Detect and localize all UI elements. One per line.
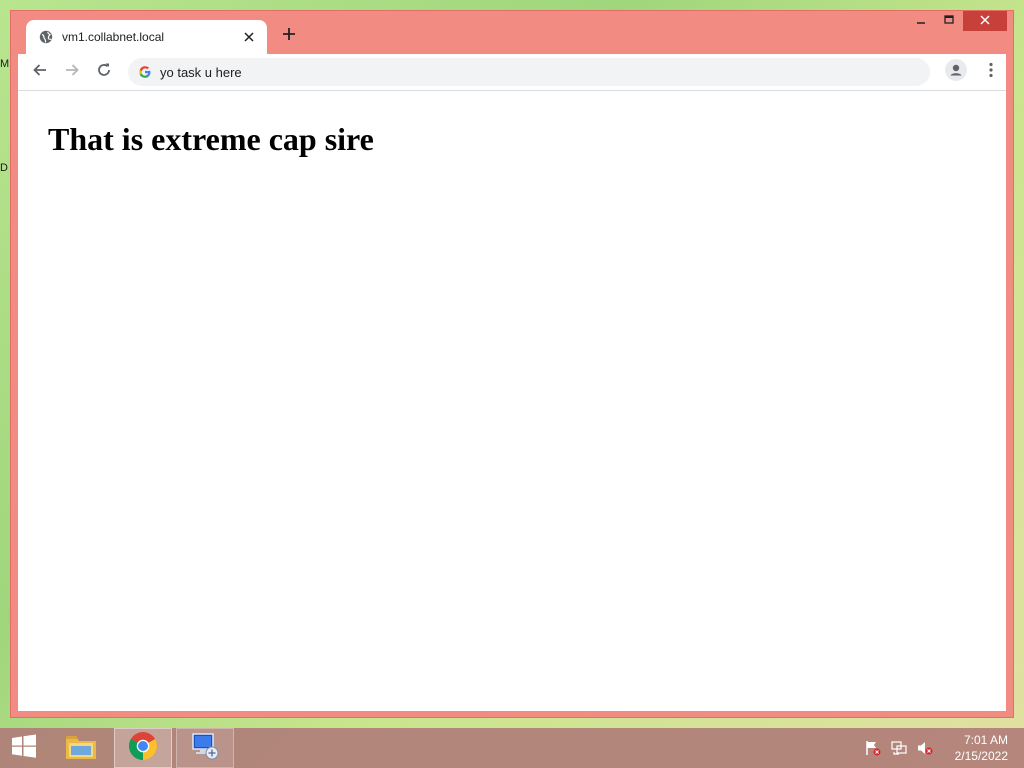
- plus-icon: [282, 27, 296, 46]
- minimize-button[interactable]: [907, 11, 935, 31]
- system-tray: [864, 728, 934, 768]
- page-content: That is extreme cap sire: [18, 91, 1006, 711]
- maximize-icon: [944, 12, 954, 30]
- file-explorer-icon: [65, 732, 97, 765]
- browser-window: vm1.collabnet.local yo task u here That …: [10, 10, 1014, 718]
- maximize-button[interactable]: [935, 11, 963, 31]
- taskbar-clock[interactable]: 7:01 AM 2/15/2022: [955, 732, 1008, 764]
- google-g-icon: [138, 65, 152, 79]
- kebab-menu-icon: [989, 62, 993, 83]
- close-icon[interactable]: [241, 29, 257, 45]
- network-connection-icon: [190, 731, 220, 766]
- taskbar: 7:01 AM 2/15/2022: [0, 728, 1024, 768]
- tab-title: vm1.collabnet.local: [62, 30, 165, 44]
- page-heading: That is extreme cap sire: [48, 121, 374, 157]
- address-input[interactable]: [160, 64, 930, 80]
- tab-strip: vm1.collabnet.local: [11, 11, 1013, 54]
- clock-date: 2/15/2022: [954, 749, 1008, 763]
- profile-button[interactable]: [943, 58, 969, 86]
- clock-time: 7:01 AM: [963, 733, 1008, 747]
- globe-icon: [38, 29, 54, 45]
- volume-muted-icon[interactable]: [916, 739, 934, 757]
- chrome-taskbar-button[interactable]: [114, 728, 172, 768]
- browser-toolbar: [18, 54, 1006, 91]
- action-center-flag-icon[interactable]: [864, 739, 882, 757]
- close-icon: [980, 12, 990, 30]
- window-close-button[interactable]: [963, 11, 1007, 31]
- window-controls: [907, 11, 1007, 33]
- forward-button[interactable]: [56, 56, 88, 88]
- file-explorer-button[interactable]: [56, 728, 106, 768]
- reload-button[interactable]: [88, 56, 120, 88]
- chrome-icon: [128, 731, 158, 766]
- back-button[interactable]: [24, 56, 56, 88]
- tab-active[interactable]: vm1.collabnet.local: [26, 20, 267, 54]
- minimize-icon: [916, 12, 926, 30]
- reload-icon: [96, 62, 112, 83]
- arrow-left-icon: [32, 62, 48, 83]
- network-taskbar-button[interactable]: [176, 728, 234, 768]
- windows-start-icon: [11, 734, 37, 763]
- arrow-right-icon: [64, 62, 80, 83]
- new-tab-button[interactable]: [279, 26, 299, 46]
- address-bar[interactable]: [128, 58, 930, 86]
- start-button[interactable]: [0, 728, 48, 768]
- desktop-icon-label-fragment: D: [0, 162, 8, 174]
- profile-icon: [945, 58, 967, 86]
- browser-menu-button[interactable]: [978, 59, 1004, 85]
- desktop-icon-label-fragment: M: [0, 58, 10, 70]
- network-icon[interactable]: [890, 739, 908, 757]
